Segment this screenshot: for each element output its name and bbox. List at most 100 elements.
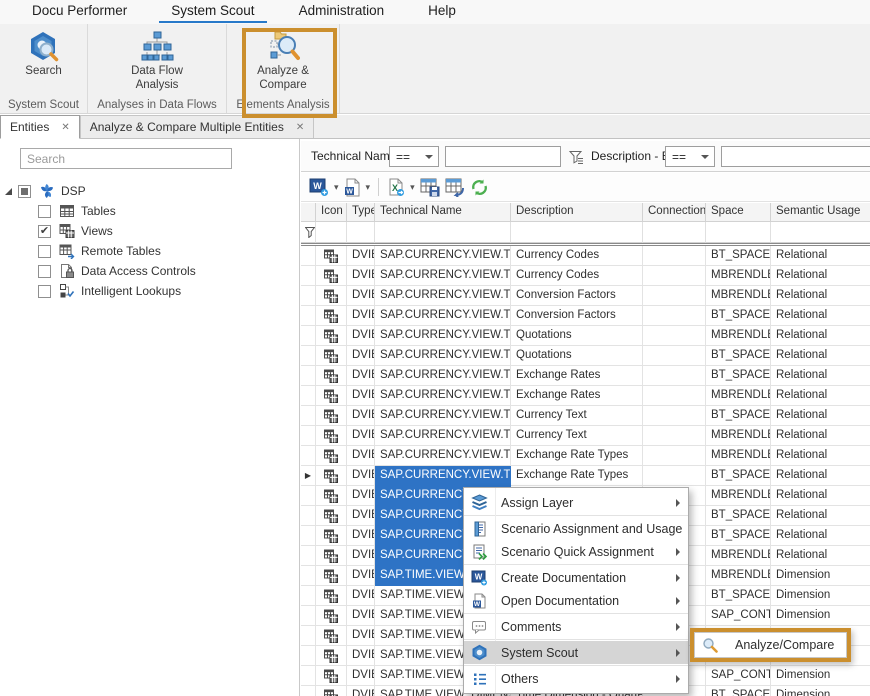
- cell-connection[interactable]: [643, 466, 706, 486]
- grid-header-icon[interactable]: Icon: [316, 203, 347, 222]
- search-button[interactable]: Search: [25, 29, 61, 79]
- cell-connection[interactable]: [643, 366, 706, 386]
- cell-connection[interactable]: [643, 266, 706, 286]
- cell-semantic-usage[interactable]: Dimension: [771, 566, 870, 586]
- cell-technical-name[interactable]: SAP.CURRENCY.VIEW.T: [375, 246, 511, 266]
- search-input[interactable]: [20, 148, 232, 169]
- menu-administration[interactable]: Administration: [277, 0, 407, 24]
- cell-semantic-usage[interactable]: Relational: [771, 546, 870, 566]
- restore-grid-layout-button[interactable]: [443, 176, 468, 198]
- cell-type[interactable]: DVIE: [347, 266, 375, 286]
- cell-space[interactable]: MBRENDLE...: [706, 286, 771, 306]
- cell-connection[interactable]: [643, 386, 706, 406]
- menu-item-others[interactable]: Others: [464, 667, 688, 690]
- cell-type[interactable]: DVIE: [347, 286, 375, 306]
- tree-node-root[interactable]: DSP: [0, 181, 299, 201]
- checkbox[interactable]: [38, 245, 51, 258]
- cell-semantic-usage[interactable]: Relational: [771, 386, 870, 406]
- menu-item-system-scout[interactable]: System Scout: [464, 641, 688, 664]
- cell-connection[interactable]: [643, 326, 706, 346]
- chevron-down-icon[interactable]: ▾: [331, 182, 342, 193]
- cell-technical-name[interactable]: SAP.CURRENCY.VIEW.T: [375, 466, 511, 486]
- cell-technical-name[interactable]: SAP.CURRENCY.VIEW.T: [375, 386, 511, 406]
- tab-analyze-compare-multiple-entities[interactable]: Analyze & Compare Multiple Entities ✕: [80, 115, 314, 138]
- cell-connection[interactable]: [643, 446, 706, 466]
- cell-space[interactable]: BT_SPACE...: [706, 366, 771, 386]
- cell-semantic-usage[interactable]: Relational: [771, 406, 870, 426]
- menu-docu-performer[interactable]: Docu Performer: [10, 0, 149, 24]
- cell-technical-name[interactable]: SAP.CURRENCY.VIEW.T: [375, 366, 511, 386]
- close-icon[interactable]: ✕: [61, 122, 69, 133]
- table-row[interactable]: DVIESAP.CURRENCY.VIEW.TExchange RatesMBR…: [301, 386, 870, 406]
- table-row[interactable]: DVIESAP.CURRENCY.VIEW.TQuotationsBT_SPAC…: [301, 346, 870, 366]
- cell-semantic-usage[interactable]: Dimension: [771, 586, 870, 606]
- cell-semantic-usage[interactable]: Dimension: [771, 686, 870, 696]
- cell-connection[interactable]: [643, 246, 706, 266]
- cell-space[interactable]: MBRENDLE...: [706, 446, 771, 466]
- grid-header-space[interactable]: Space: [706, 203, 771, 222]
- cell-type[interactable]: DVIE: [347, 586, 375, 606]
- cell-technical-name[interactable]: SAP.CURRENCY.VIEW.T: [375, 286, 511, 306]
- cell-technical-name[interactable]: SAP.CURRENCY.VIEW.T: [375, 306, 511, 326]
- cell-type[interactable]: DVIE: [347, 566, 375, 586]
- cell-semantic-usage[interactable]: Relational: [771, 306, 870, 326]
- cell-semantic-usage[interactable]: Relational: [771, 426, 870, 446]
- cell-description[interactable]: Conversion Factors: [511, 306, 643, 326]
- cell-technical-name[interactable]: SAP.CURRENCY.VIEW.T: [375, 326, 511, 346]
- cell-semantic-usage[interactable]: Relational: [771, 346, 870, 366]
- cell-type[interactable]: DVIE: [347, 346, 375, 366]
- cell-description[interactable]: Currency Codes: [511, 266, 643, 286]
- table-row[interactable]: DVIESAP.CURRENCY.VIEW.TCurrency TextBT_S…: [301, 406, 870, 426]
- cell-type[interactable]: DVIE: [347, 626, 375, 646]
- cell-type[interactable]: DVIE: [347, 426, 375, 446]
- cell-semantic-usage[interactable]: Relational: [771, 246, 870, 266]
- grid-header-description[interactable]: Description: [511, 203, 643, 222]
- cell-type[interactable]: DVIE: [347, 306, 375, 326]
- cell-semantic-usage[interactable]: Relational: [771, 366, 870, 386]
- cell-description[interactable]: Quotations: [511, 346, 643, 366]
- table-row[interactable]: DVIESAP.CURRENCY.VIEW.TConversion Factor…: [301, 286, 870, 306]
- checkbox[interactable]: ✔: [38, 225, 51, 238]
- cell-type[interactable]: DVIE: [347, 686, 375, 696]
- tree-node[interactable]: ✔Views: [0, 221, 299, 241]
- grid-header-technical-name[interactable]: Technical Name: [375, 203, 511, 222]
- data-flow-analysis-button[interactable]: Data Flow Analysis: [131, 29, 183, 93]
- menu-item-comments[interactable]: Comments: [464, 615, 688, 638]
- cell-type[interactable]: DVIE: [347, 606, 375, 626]
- checkbox[interactable]: [38, 265, 51, 278]
- export-excel-button[interactable]: X: [384, 176, 407, 198]
- cell-type[interactable]: DVIE: [347, 486, 375, 506]
- cell-technical-name[interactable]: SAP.CURRENCY.VIEW.T: [375, 426, 511, 446]
- refresh-button[interactable]: [468, 176, 491, 198]
- cell-semantic-usage[interactable]: Relational: [771, 526, 870, 546]
- autofilter-cell[interactable]: [771, 222, 870, 243]
- filter-field2-operator[interactable]: ==: [665, 146, 715, 167]
- expander-icon[interactable]: [5, 188, 12, 195]
- cell-connection[interactable]: [643, 406, 706, 426]
- cell-semantic-usage[interactable]: Relational: [771, 286, 870, 306]
- cell-semantic-usage[interactable]: Dimension: [771, 606, 870, 626]
- cell-space[interactable]: BT_SPACE...: [706, 686, 771, 696]
- close-icon[interactable]: ✕: [296, 122, 304, 133]
- cell-space[interactable]: SAP_CONT...: [706, 666, 771, 686]
- table-row[interactable]: DVIESAP.CURRENCY.VIEW.TExchange Rate Typ…: [301, 446, 870, 466]
- cell-semantic-usage[interactable]: Dimension: [771, 666, 870, 686]
- cell-connection[interactable]: [643, 286, 706, 306]
- cell-description[interactable]: Exchange Rate Types: [511, 466, 643, 486]
- chevron-down-icon[interactable]: ▾: [363, 182, 374, 193]
- checkbox[interactable]: [18, 185, 31, 198]
- cell-space[interactable]: MBRENDLE...: [706, 386, 771, 406]
- cell-connection[interactable]: [643, 346, 706, 366]
- autofilter-cell[interactable]: [643, 222, 706, 243]
- cell-type[interactable]: DVIE: [347, 546, 375, 566]
- filter-field2-input[interactable]: [721, 146, 870, 167]
- menu-item-scenario-assignment-and-usage[interactable]: Scenario Assignment and Usage: [464, 517, 688, 540]
- tree-node[interactable]: Tables: [0, 201, 299, 221]
- menu-item-scenario-quick-assignment[interactable]: Scenario Quick Assignment: [464, 540, 688, 563]
- cell-connection[interactable]: [643, 306, 706, 326]
- cell-space[interactable]: MBRENDLE...: [706, 566, 771, 586]
- cell-type[interactable]: DVIE: [347, 526, 375, 546]
- cell-space[interactable]: BT_SPACE...: [706, 506, 771, 526]
- cell-description[interactable]: Exchange Rate Types: [511, 446, 643, 466]
- menu-help[interactable]: Help: [406, 0, 478, 24]
